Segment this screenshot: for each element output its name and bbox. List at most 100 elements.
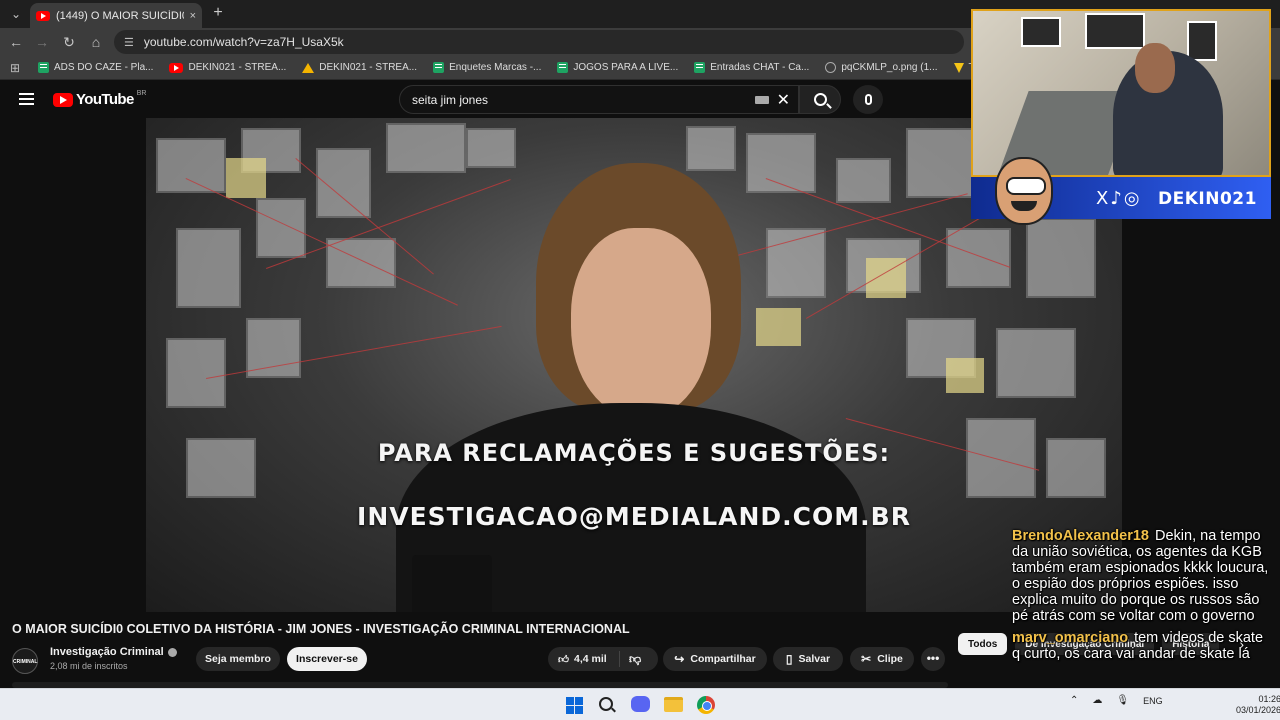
input-language[interactable]: ENG	[1143, 696, 1163, 706]
clock-time: 01:26	[1258, 694, 1280, 704]
chat-message: marv_omarciano tem videos de skate q curt…	[1012, 630, 1274, 662]
sheets-icon	[38, 62, 49, 73]
search-icon	[813, 93, 827, 106]
back-arrow-icon[interactable]: ←	[6, 32, 26, 52]
apps-grid-icon[interactable]: ⊞	[0, 61, 30, 75]
bookmark-label: ADS DO CAZE - Pla...	[54, 62, 154, 73]
microphone-tray-icon[interactable]: 🎙︎	[1116, 695, 1129, 706]
sheets-icon	[694, 62, 706, 73]
file-explorer-icon[interactable]	[664, 697, 683, 712]
more-actions-icon[interactable]: •••	[921, 647, 945, 671]
new-tab-button[interactable]: +	[208, 3, 228, 23]
youtube-logo[interactable]: YouTube BR	[53, 90, 146, 108]
tab-title: (1449) O MAIOR SUICÍDI0 COLE	[56, 9, 184, 22]
bookmark-label: Enquetes Marcas -...	[449, 62, 542, 73]
board-photo	[946, 228, 1011, 288]
taskbar-clock[interactable]: 01:26 03/01/2026	[1236, 694, 1280, 716]
coffee-mug	[412, 555, 492, 612]
clip-button[interactable]: ✂ Clipe	[850, 647, 914, 671]
sticky-note	[226, 158, 266, 198]
share-arrow-icon: ↪	[674, 652, 685, 666]
bookmark-item[interactable]: Entradas CHAT - Ca...	[686, 62, 817, 73]
bookmark-label: JOGOS PARA A LIVE...	[573, 62, 679, 73]
search-button[interactable]	[799, 85, 841, 114]
forward-arrow-icon[interactable]: →	[32, 32, 52, 52]
board-photo	[166, 338, 226, 408]
subscriber-count: 2,08 mi de inscritos	[50, 661, 128, 671]
save-button[interactable]: ▯ Salvar	[773, 647, 843, 671]
clear-search-icon[interactable]: ✕	[777, 90, 790, 110]
bookmark-item[interactable]: Enquetes Marcas -...	[425, 62, 549, 73]
wall-poster	[1187, 21, 1217, 61]
board-photo	[176, 228, 241, 308]
bookmark-label: pqCKMLP_o.png (1...	[841, 62, 938, 73]
channel-avatar[interactable]: CRIMINAL	[12, 648, 38, 674]
bookmark-item[interactable]: pqCKMLP_o.png (1...	[817, 62, 945, 73]
voice-search-button[interactable]	[853, 85, 883, 114]
chrome-icon[interactable]	[697, 696, 715, 714]
keyboard-icon[interactable]	[754, 95, 769, 104]
screen: ⌄ (1449) O MAIOR SUICÍDI0 COLE × + ← → ↻…	[0, 0, 1280, 720]
chat-username: marv_omarciano	[1012, 630, 1129, 646]
reload-icon[interactable]: ↻	[59, 32, 79, 52]
board-photo	[156, 138, 226, 193]
youtube-favicon-icon	[169, 62, 184, 73]
youtube-play-icon	[53, 92, 73, 107]
dislike-button[interactable]: 👎︎	[620, 652, 641, 667]
youtube-favicon-icon	[36, 10, 50, 21]
clock-date: 03/01/2026	[1236, 705, 1280, 715]
subscribe-button[interactable]: Inscrever-se	[287, 647, 367, 671]
globe-icon	[825, 62, 837, 73]
board-photo	[996, 328, 1076, 398]
filter-chip[interactable]: Todos	[958, 633, 1008, 655]
chat-username: BrendoAlexander18	[1012, 528, 1149, 544]
board-photo	[386, 123, 466, 173]
sticky-note	[756, 308, 801, 346]
tab-search-chevron-icon[interactable]: ⌄	[6, 4, 26, 24]
bookmark-item[interactable]: JOGOS PARA A LIVE...	[549, 62, 686, 73]
share-label: Compartilhar	[690, 653, 756, 665]
like-button[interactable]: 👍︎ 4,4 mil	[548, 651, 620, 667]
discord-icon[interactable]	[631, 696, 650, 712]
browser-tab-active[interactable]: (1449) O MAIOR SUICÍDI0 COLE ×	[30, 3, 202, 28]
taskbar-search-icon[interactable]	[599, 697, 613, 711]
search-input[interactable]: seita jim jones ✕	[399, 85, 799, 114]
spaceport-icon	[953, 62, 964, 73]
streamer-webcam	[971, 9, 1271, 177]
share-button[interactable]: ↪ Compartilhar	[663, 647, 767, 671]
drive-icon	[302, 62, 315, 73]
search-query: seita jim jones	[412, 92, 489, 107]
video-title: O MAIOR SUICÍDI0 COLETIVO DA HISTÓRIA - …	[12, 622, 630, 636]
thumbs-up-icon: 👍︎	[558, 653, 569, 666]
tray-chevron-icon[interactable]: ⌃	[1070, 695, 1078, 706]
bookmark-item[interactable]: ADS DO CAZE - Pla...	[30, 62, 161, 73]
channel-name-link[interactable]: Investigação Criminal	[50, 646, 177, 658]
menu-hamburger-icon[interactable]	[19, 93, 34, 105]
windows-start-icon[interactable]	[566, 697, 583, 714]
site-info-icon[interactable]: ☰	[124, 36, 134, 49]
board-photo	[326, 238, 396, 288]
home-icon[interactable]: ⌂	[86, 32, 106, 52]
clip-label: Clipe	[877, 653, 903, 665]
address-bar[interactable]: ☰ youtube.com/watch?v=za7H_UsaX5k	[114, 30, 964, 54]
logo-text: YouTube	[76, 91, 134, 108]
social-media-icons: X♪◎	[1096, 188, 1142, 209]
address-url: youtube.com/watch?v=za7H_UsaX5k	[143, 35, 344, 49]
bookmark-label: DEKIN021 - STREA...	[188, 62, 287, 73]
bookmark-label: Entradas CHAT - Ca...	[710, 62, 810, 73]
cloud-icon[interactable]: ☁	[1092, 695, 1102, 706]
like-dislike-group: 👍︎ 4,4 mil 👎︎	[548, 647, 658, 671]
tab-close-icon[interactable]: ×	[190, 10, 196, 22]
scissors-icon: ✂	[861, 652, 872, 666]
video-overlay-email: INVESTIGACAO@MEDIALAND.COM.BR	[357, 502, 911, 531]
board-photo	[466, 128, 516, 168]
channel-name-text: Investigação Criminal	[50, 646, 164, 658]
join-button[interactable]: Seja membro	[196, 647, 280, 671]
sticky-note	[946, 358, 984, 393]
streamer-cartoon-avatar	[995, 157, 1053, 225]
verified-check-icon	[167, 647, 177, 657]
bookmark-item[interactable]: DEKIN021 - STREA...	[294, 62, 425, 73]
bookmark-item[interactable]: DEKIN021 - STREA...	[161, 62, 294, 73]
board-photo	[1026, 218, 1096, 298]
presenter-face	[571, 228, 711, 418]
